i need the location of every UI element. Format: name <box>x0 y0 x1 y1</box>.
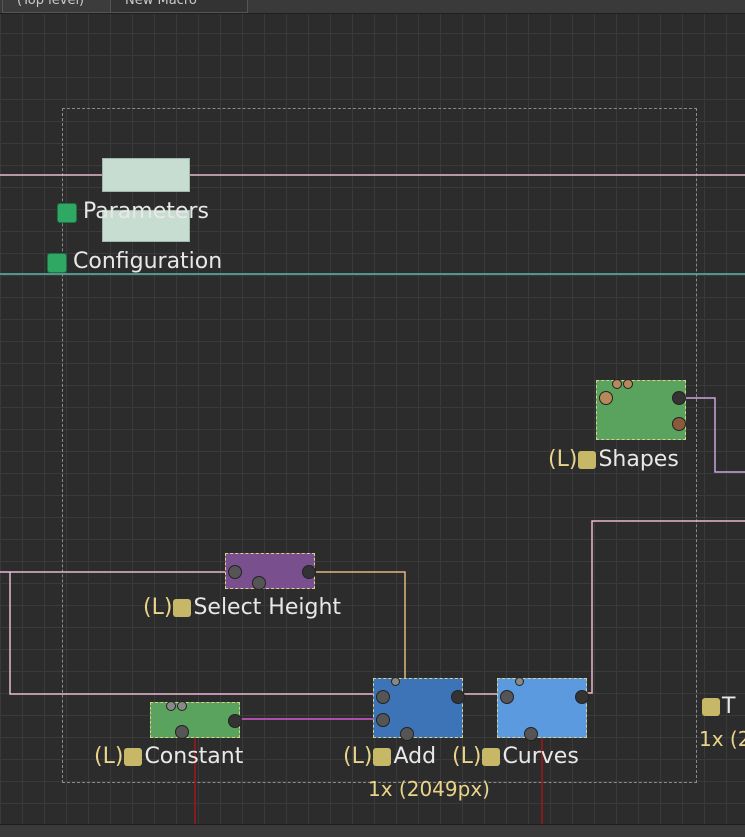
input-port[interactable] <box>376 713 390 727</box>
parameters-label: Parameters <box>83 199 209 224</box>
input-port[interactable] <box>166 701 176 711</box>
output-port[interactable] <box>228 714 242 728</box>
yellow-square-icon <box>124 748 143 766</box>
locked-prefix: (L) <box>548 447 578 472</box>
configuration-label: Configuration <box>73 249 223 274</box>
constant-label: (L) Constant <box>94 745 243 769</box>
shapes-name: Shapes <box>598 447 679 472</box>
input-port[interactable] <box>623 379 633 389</box>
select-height-node[interactable] <box>225 553 316 590</box>
input-port[interactable] <box>228 565 242 579</box>
locked-prefix: (L) <box>94 744 124 769</box>
tab-bar: (Top level) New Macro <box>0 0 745 14</box>
shapes-label: (L) Shapes <box>548 448 679 472</box>
green-square-icon <box>57 203 77 223</box>
output-port[interactable] <box>451 690 465 704</box>
curves-node[interactable] <box>497 677 589 741</box>
shapes-node[interactable] <box>596 379 686 440</box>
input-port[interactable] <box>524 727 538 741</box>
locked-prefix: (L) <box>343 744 373 769</box>
locked-prefix: (L) <box>143 595 173 620</box>
input-port[interactable] <box>177 701 187 711</box>
yellow-square-icon <box>173 599 192 617</box>
add-node[interactable] <box>373 677 465 741</box>
green-square-icon <box>47 253 67 273</box>
output-port[interactable] <box>302 565 316 579</box>
node-graph-window: (Top level) New Macro Parameters Configu… <box>0 0 745 837</box>
offscreen-node-label[interactable]: T <box>701 695 735 719</box>
output-port[interactable] <box>575 690 589 704</box>
curves-name: Curves <box>502 744 579 769</box>
add-label: (L) Add <box>343 745 436 769</box>
offscreen-node-name: T <box>722 694 736 719</box>
output-port[interactable] <box>672 391 686 405</box>
curves-label: (L) Curves <box>452 745 579 769</box>
yellow-square-icon <box>702 698 720 716</box>
input-port[interactable] <box>175 725 189 739</box>
parameters-input-node[interactable] <box>102 158 190 192</box>
input-port[interactable] <box>391 677 400 686</box>
locked-prefix: (L) <box>452 744 482 769</box>
input-port[interactable] <box>612 379 622 389</box>
input-port[interactable] <box>599 391 613 405</box>
yellow-square-icon <box>578 451 597 469</box>
offscreen-node-resolution: 1x (2 <box>699 727 745 751</box>
input-port[interactable] <box>376 690 390 704</box>
constant-name: Constant <box>144 744 244 769</box>
add-resolution: 1x (2049px) <box>368 777 490 801</box>
tab-new-macro[interactable]: New Macro <box>110 0 248 13</box>
input-port[interactable] <box>500 690 514 704</box>
yellow-square-icon <box>482 748 501 766</box>
add-name: Add <box>393 744 437 769</box>
tab-top-level[interactable]: (Top level) <box>2 0 112 13</box>
select-height-name: Select Height <box>193 595 342 620</box>
select-height-label: (L) Select Height <box>143 596 341 620</box>
input-port[interactable] <box>515 677 524 686</box>
input-port[interactable] <box>400 727 414 741</box>
output-port[interactable] <box>672 417 686 431</box>
input-port[interactable] <box>252 576 266 590</box>
yellow-square-icon <box>373 748 392 766</box>
bottom-scrollbar[interactable] <box>0 824 745 837</box>
constant-node[interactable] <box>150 701 242 739</box>
